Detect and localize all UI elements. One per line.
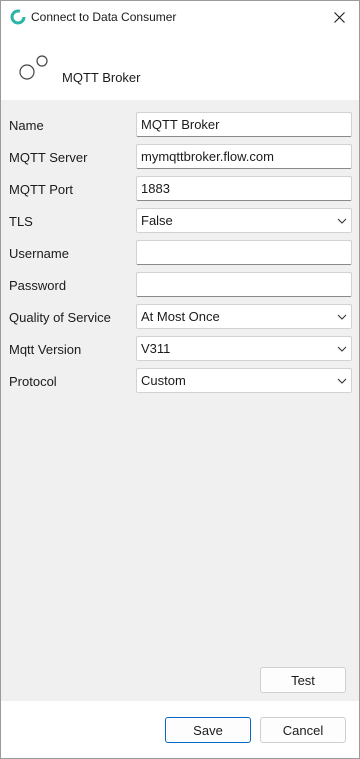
- protocol-label: Protocol: [9, 374, 57, 389]
- dialog-footer: Save Cancel: [1, 701, 359, 758]
- close-button[interactable]: [319, 1, 359, 33]
- chevron-down-icon: [337, 378, 347, 384]
- qos-row: Quality of Service At Most Once: [1, 304, 359, 330]
- title-bar[interactable]: Connect to Data Consumer: [1, 1, 359, 33]
- tls-row: TLS False: [1, 208, 359, 234]
- version-select[interactable]: V311: [136, 336, 352, 361]
- chevron-down-icon: [337, 346, 347, 352]
- chevron-down-icon: [337, 218, 347, 224]
- server-value: mymqttbroker.flow.com: [141, 149, 274, 164]
- qos-value: At Most Once: [141, 309, 220, 324]
- password-input[interactable]: [136, 272, 352, 297]
- username-row: Username: [1, 240, 359, 266]
- close-icon: [333, 11, 345, 23]
- protocol-row: Protocol Custom: [1, 368, 359, 394]
- server-label: MQTT Server: [9, 150, 88, 165]
- name-label: Name: [9, 118, 44, 133]
- dialog-window: Connect to Data Consumer MQTT Broker Nam…: [0, 0, 360, 759]
- tls-value: False: [141, 213, 173, 228]
- test-button[interactable]: Test: [260, 667, 346, 693]
- version-value: V311: [141, 341, 171, 356]
- server-row: MQTT Server mymqttbroker.flow.com: [1, 144, 359, 170]
- tls-select[interactable]: False: [136, 208, 352, 233]
- protocol-value: Custom: [141, 373, 186, 388]
- app-logo-icon: [10, 9, 26, 25]
- protocol-select[interactable]: Custom: [136, 368, 352, 393]
- server-input[interactable]: mymqttbroker.flow.com: [136, 144, 352, 169]
- port-row: MQTT Port 1883: [1, 176, 359, 202]
- qos-label: Quality of Service: [9, 310, 111, 325]
- tls-label: TLS: [9, 214, 33, 229]
- dialog-header: MQTT Broker: [1, 33, 359, 100]
- port-label: MQTT Port: [9, 182, 74, 197]
- connector-title: MQTT Broker: [62, 70, 141, 85]
- window-title: Connect to Data Consumer: [31, 10, 177, 24]
- qos-select[interactable]: At Most Once: [136, 304, 352, 329]
- username-input[interactable]: [136, 240, 352, 265]
- password-row: Password: [1, 272, 359, 298]
- name-value: MQTT Broker: [141, 117, 220, 132]
- mqtt-broker-icon: [19, 55, 48, 80]
- save-button[interactable]: Save: [165, 717, 251, 743]
- port-input[interactable]: 1883: [136, 176, 352, 201]
- name-row: Name MQTT Broker: [1, 112, 359, 138]
- username-label: Username: [9, 246, 69, 261]
- version-label: Mqtt Version: [9, 342, 82, 357]
- cancel-button[interactable]: Cancel: [260, 717, 346, 743]
- port-value: 1883: [141, 181, 170, 196]
- chevron-down-icon: [337, 314, 347, 320]
- version-row: Mqtt Version V311: [1, 336, 359, 362]
- password-label: Password: [9, 278, 67, 293]
- name-input[interactable]: MQTT Broker: [136, 112, 352, 137]
